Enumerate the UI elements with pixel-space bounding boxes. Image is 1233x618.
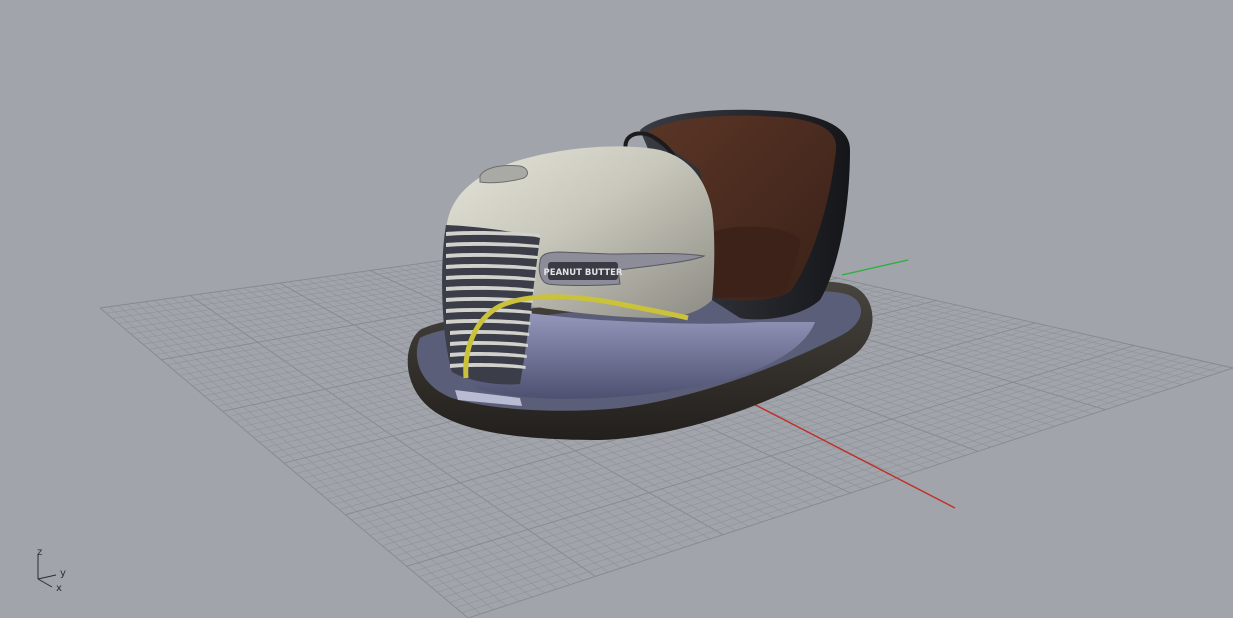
x-axis-label: x [56,583,62,594]
perspective-viewport[interactable]: PEANUT BUTTER z y x [0,0,1233,618]
viewport-canvas[interactable]: PEANUT BUTTER [0,0,1233,618]
bumper-car-model[interactable]: PEANUT BUTTER [407,109,873,440]
y-axis-label: y [60,568,66,579]
z-axis-label: z [37,547,43,558]
y-axis-line [841,259,909,276]
badge-text: PEANUT BUTTER [544,268,623,278]
